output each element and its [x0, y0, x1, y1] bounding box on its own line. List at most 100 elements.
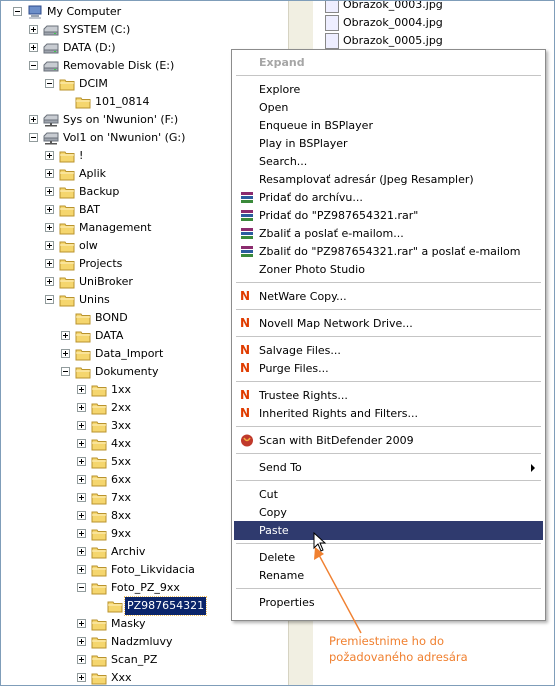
menu-item-zbali-a-posla-e-mailom[interactable]: Zbaliť a poslať e-mailom...: [234, 224, 543, 243]
tree-node-label[interactable]: Removable Disk (E:): [61, 57, 176, 75]
expand-plus-icon[interactable]: [77, 511, 86, 520]
tree-node-label[interactable]: 101_0814: [93, 93, 152, 111]
collapse-minus-icon[interactable]: [29, 61, 38, 70]
file-item[interactable]: Obrazok_0004.jpg: [325, 14, 443, 32]
expand-plus-icon[interactable]: [77, 421, 86, 430]
tree-node-label[interactable]: 4xx: [109, 435, 133, 453]
menu-item-netware-copy[interactable]: N NetWare Copy...: [234, 287, 543, 306]
expand-plus-icon[interactable]: [77, 475, 86, 484]
expand-plus-icon[interactable]: [77, 403, 86, 412]
expand-plus-icon[interactable]: [77, 619, 86, 628]
tree-node-label[interactable]: UniBroker: [77, 273, 135, 291]
expand-plus-icon[interactable]: [77, 565, 86, 574]
expand-plus-icon[interactable]: [45, 277, 54, 286]
tree-node-label[interactable]: Projects: [77, 255, 124, 273]
tree-node-label[interactable]: Sys on 'Nwunion' (F:): [61, 111, 180, 129]
expand-plus-icon[interactable]: [77, 457, 86, 466]
tree-node-label[interactable]: Aplik: [77, 165, 108, 183]
menu-item-search[interactable]: Search...: [234, 152, 543, 171]
menu-item-cut[interactable]: Cut: [234, 485, 543, 504]
expand-plus-icon[interactable]: [77, 493, 86, 502]
tree-node-label[interactable]: Foto_PZ_9xx: [109, 579, 182, 597]
expand-plus-icon[interactable]: [77, 655, 86, 664]
expand-plus-icon[interactable]: [45, 205, 54, 214]
tree-node-label[interactable]: SYSTEM (C:): [61, 21, 132, 39]
expand-plus-icon[interactable]: [77, 529, 86, 538]
expand-plus-icon[interactable]: [45, 223, 54, 232]
tree-node-label[interactable]: olw: [77, 237, 100, 255]
file-item[interactable]: Obrazok_0005.jpg: [325, 32, 443, 50]
menu-item-rename[interactable]: Rename: [234, 566, 543, 585]
tree-node-label[interactable]: PZ987654321: [123, 596, 208, 616]
file-item[interactable]: Obrazok_0003.jpg: [325, 1, 443, 14]
tree-node-label[interactable]: Backup: [77, 183, 121, 201]
tree-node-label[interactable]: Vol1 on 'Nwunion' (G:): [61, 129, 187, 147]
menu-item-scan-with-bitdefender-2009[interactable]: Scan with BitDefender 2009: [234, 431, 543, 450]
tree-node-label[interactable]: Scan_PZ: [109, 651, 159, 669]
collapse-minus-icon[interactable]: [77, 583, 86, 592]
tree-node-label[interactable]: Foto_Likvidacia: [109, 561, 197, 579]
tree-node[interactable]: Nadzmluvy: [1, 633, 291, 651]
expand-plus-icon[interactable]: [77, 547, 86, 556]
expand-plus-icon[interactable]: [45, 259, 54, 268]
tree-node-label[interactable]: DATA: [93, 327, 125, 345]
collapse-minus-icon[interactable]: [29, 133, 38, 142]
menu-item-salvage-files[interactable]: N Salvage Files...: [234, 341, 543, 360]
tree-node[interactable]: Xxx: [1, 669, 291, 685]
expand-plus-icon[interactable]: [77, 385, 86, 394]
tree-node-label[interactable]: My Computer: [45, 3, 123, 21]
collapse-minus-icon[interactable]: [45, 79, 54, 88]
tree-node-label[interactable]: 6xx: [109, 471, 133, 489]
expand-plus-icon[interactable]: [45, 169, 54, 178]
tree-node-label[interactable]: !: [77, 147, 85, 165]
menu-item-trustee-rights[interactable]: N Trustee Rights...: [234, 386, 543, 405]
collapse-minus-icon[interactable]: [13, 7, 22, 16]
menu-item-resamplova-adres-r-jpeg-resampler[interactable]: Resamplovať adresár (Jpeg Resampler): [234, 170, 543, 189]
expand-plus-icon[interactable]: [61, 349, 70, 358]
expand-plus-icon[interactable]: [45, 187, 54, 196]
tree-node-label[interactable]: 9xx: [109, 525, 133, 543]
expand-plus-icon[interactable]: [77, 673, 86, 682]
expand-plus-icon[interactable]: [29, 115, 38, 124]
tree-node-label[interactable]: Dokumenty: [93, 363, 160, 381]
menu-item-paste[interactable]: Paste: [234, 521, 543, 540]
tree-node-label[interactable]: DATA (D:): [61, 39, 118, 57]
tree-node-label[interactable]: 5xx: [109, 453, 133, 471]
menu-item-play-in-bsplayer[interactable]: Play in BSPlayer: [234, 134, 543, 153]
tree-node[interactable]: Scan_PZ: [1, 651, 291, 669]
menu-item-open[interactable]: Open: [234, 98, 543, 117]
menu-item-novell-map-network-drive[interactable]: N Novell Map Network Drive...: [234, 314, 543, 333]
tree-node-label[interactable]: 2xx: [109, 399, 133, 417]
collapse-minus-icon[interactable]: [61, 367, 70, 376]
expand-plus-icon[interactable]: [45, 241, 54, 250]
tree-node-label[interactable]: Masky: [109, 615, 147, 633]
expand-plus-icon[interactable]: [29, 25, 38, 34]
tree-node[interactable]: SYSTEM (C:): [1, 21, 291, 39]
tree-node-label[interactable]: Data_Import: [93, 345, 165, 363]
menu-item-enqueue-in-bsplayer[interactable]: Enqueue in BSPlayer: [234, 116, 543, 135]
tree-node-label[interactable]: Xxx: [109, 669, 134, 685]
menu-item-prida-do-pz987654321-rar[interactable]: Pridať do "PZ987654321.rar": [234, 206, 543, 225]
menu-item-inherited-rights-and-filters[interactable]: N Inherited Rights and Filters...: [234, 404, 543, 423]
tree-node-label[interactable]: 3xx: [109, 417, 133, 435]
expand-plus-icon[interactable]: [77, 439, 86, 448]
collapse-minus-icon[interactable]: [45, 295, 54, 304]
tree-node-label[interactable]: Unins: [77, 291, 112, 309]
expand-plus-icon[interactable]: [77, 637, 86, 646]
tree-node-label[interactable]: 7xx: [109, 489, 133, 507]
expand-plus-icon[interactable]: [61, 331, 70, 340]
menu-item-copy[interactable]: Copy: [234, 503, 543, 522]
expand-plus-icon[interactable]: [29, 43, 38, 52]
tree-node-label[interactable]: BAT: [77, 201, 102, 219]
menu-item-explore[interactable]: Explore: [234, 80, 543, 99]
menu-item-prida-do-arch-vu[interactable]: Pridať do archívu...: [234, 188, 543, 207]
tree-node-label[interactable]: 8xx: [109, 507, 133, 525]
menu-item-properties[interactable]: Properties: [234, 593, 543, 612]
tree-node[interactable]: My Computer: [1, 3, 291, 21]
tree-node-label[interactable]: DCIM: [77, 75, 110, 93]
menu-item-delete[interactable]: Delete: [234, 548, 543, 567]
tree-node-label[interactable]: Archiv: [109, 543, 147, 561]
expand-plus-icon[interactable]: [45, 151, 54, 160]
menu-item-zoner-photo-studio[interactable]: Zoner Photo Studio: [234, 260, 543, 279]
tree-node-label[interactable]: Nadzmluvy: [109, 633, 175, 651]
